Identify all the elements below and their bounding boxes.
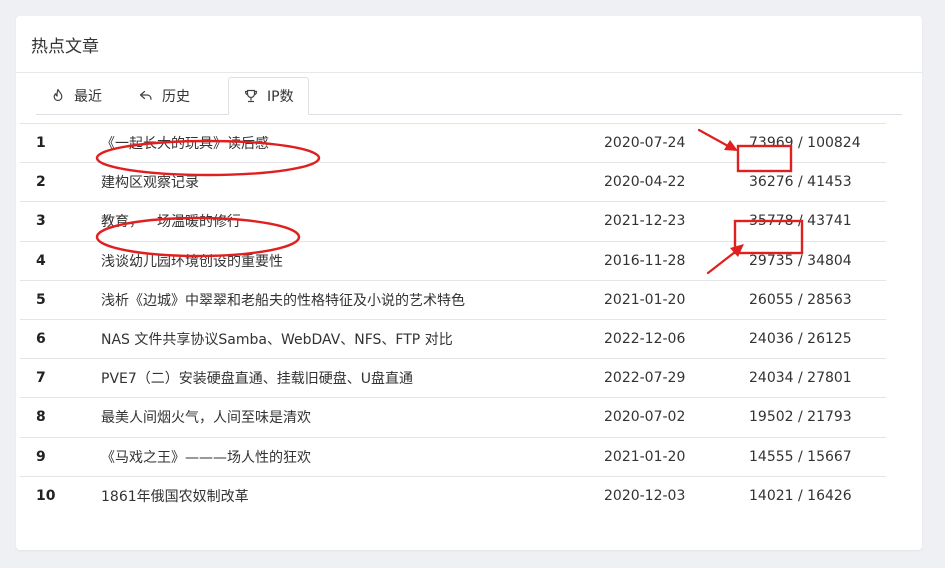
date-cell: 2021-01-20 xyxy=(604,448,686,465)
count-separator: / xyxy=(793,174,808,191)
pv-count: 21793 xyxy=(807,409,852,426)
pv-count: 41453 xyxy=(807,174,852,191)
tab-history[interactable]: 历史 xyxy=(138,77,190,114)
table-row: 6 NAS 文件共享协议Samba、WebDAV、NFS、FTP 对比 2022… xyxy=(20,319,886,358)
tab-ip-count-label: IP数 xyxy=(267,89,294,105)
tab-bar: 最近 历史 IP数 xyxy=(36,77,902,115)
rank-cell: 2 xyxy=(36,174,46,191)
article-title-link[interactable]: 建构区观察记录 xyxy=(101,175,199,191)
article-title-link[interactable]: NAS 文件共享协议Samba、WebDAV、NFS、FTP 对比 xyxy=(101,332,453,348)
ip-count: 14555 xyxy=(749,448,794,465)
count-cell: 19502 / 21793 xyxy=(749,398,886,437)
article-title-link[interactable]: 浅析《边城》中翠翠和老船夫的性格特征及小说的艺术特色 xyxy=(101,293,465,309)
count-separator: / xyxy=(793,448,808,465)
tab-ip-count[interactable]: IP数 xyxy=(228,77,309,115)
count-cell: 26055 / 28563 xyxy=(749,280,886,319)
tab-history-label: 历史 xyxy=(162,88,190,105)
date-cell: 2022-07-29 xyxy=(604,370,686,387)
table-row: 3 教育，一场温暖的修行 2021-12-23 35778 / 43741 xyxy=(20,201,886,241)
ip-count: 29735 xyxy=(749,252,794,269)
tab-recent-label: 最近 xyxy=(74,88,102,105)
table-row: 8 最美人间烟火气，人间至味是清欢 2020-07-02 19502 / 217… xyxy=(20,397,886,437)
pv-count: 100824 xyxy=(807,135,861,152)
pv-count: 16426 xyxy=(807,488,852,505)
date-cell: 2020-07-02 xyxy=(604,409,686,426)
flame-icon xyxy=(50,88,66,104)
count-separator: / xyxy=(793,291,808,308)
ip-count: 73969 xyxy=(749,135,794,152)
rank-cell: 4 xyxy=(36,252,46,269)
article-title-link[interactable]: 浅谈幼儿园环境创设的重要性 xyxy=(101,254,283,270)
ip-count: 24036 xyxy=(749,331,794,348)
pv-count: 26125 xyxy=(807,331,852,348)
count-separator: / xyxy=(793,252,808,269)
pv-count: 28563 xyxy=(807,291,852,308)
articles-table: 1 《一起长大的玩具》读后感 2020-07-24 73969 / 100824… xyxy=(20,123,886,515)
ip-count: 26055 xyxy=(749,291,794,308)
article-title-link[interactable]: 教育，一场温暖的修行 xyxy=(101,214,241,230)
article-title-link[interactable]: 1861年俄国农奴制改革 xyxy=(101,489,249,505)
pv-count: 15667 xyxy=(807,448,852,465)
date-cell: 2020-04-22 xyxy=(604,174,686,191)
table-row: 10 1861年俄国农奴制改革 2020-12-03 14021 / 16426 xyxy=(20,476,886,515)
ip-count: 35778 xyxy=(749,213,794,230)
ip-count: 14021 xyxy=(749,488,794,505)
ip-count: 19502 xyxy=(749,409,794,426)
count-cell: 35778 / 43741 xyxy=(749,202,886,241)
rank-cell: 1 xyxy=(36,135,46,152)
count-cell: 24036 / 26125 xyxy=(749,319,886,358)
table-row: 7 PVE7（二）安装硬盘直通、挂载旧硬盘、U盘直通 2022-07-29 24… xyxy=(20,358,886,398)
count-separator: / xyxy=(793,331,808,348)
table-row: 2 建构区观察记录 2020-04-22 36276 / 41453 xyxy=(20,162,886,202)
article-title-link[interactable]: 《马戏之王》———场人性的狂欢 xyxy=(101,450,311,466)
trophy-icon xyxy=(243,88,259,104)
date-cell: 2016-11-28 xyxy=(604,252,686,269)
count-separator: / xyxy=(793,213,808,230)
card-header: 热点文章 xyxy=(16,16,922,73)
tab-recent[interactable]: 最近 xyxy=(50,77,102,114)
pv-count: 27801 xyxy=(807,370,852,387)
rank-cell: 9 xyxy=(36,448,46,465)
rank-cell: 10 xyxy=(36,488,56,505)
article-title-link[interactable]: 《一起长大的玩具》读后感 xyxy=(101,136,269,152)
count-separator: / xyxy=(793,370,808,387)
date-cell: 2022-12-06 xyxy=(604,331,686,348)
count-separator: / xyxy=(793,488,808,505)
count-cell: 14555 / 15667 xyxy=(749,437,886,476)
card-title: 热点文章 xyxy=(31,36,99,57)
rank-cell: 7 xyxy=(36,370,46,387)
rank-cell: 8 xyxy=(36,409,46,426)
rank-cell: 3 xyxy=(36,213,46,230)
count-cell: 14021 / 16426 xyxy=(749,476,886,515)
pv-count: 43741 xyxy=(807,213,852,230)
date-cell: 2021-12-23 xyxy=(604,213,686,230)
table-row: 1 《一起长大的玩具》读后感 2020-07-24 73969 / 100824 xyxy=(20,123,886,163)
rank-cell: 5 xyxy=(36,291,46,308)
count-separator: / xyxy=(793,409,808,426)
article-title-link[interactable]: PVE7（二）安装硬盘直通、挂载旧硬盘、U盘直通 xyxy=(101,371,413,387)
count-cell: 36276 / 41453 xyxy=(749,163,886,202)
table-row: 4 浅谈幼儿园环境创设的重要性 2016-11-28 29735 / 34804 xyxy=(20,241,886,280)
date-cell: 2020-12-03 xyxy=(604,488,686,505)
reply-icon xyxy=(138,88,154,104)
table-row: 5 浅析《边城》中翠翠和老船夫的性格特征及小说的艺术特色 2021-01-20 … xyxy=(20,280,886,319)
count-separator: / xyxy=(793,135,808,152)
ip-count: 24034 xyxy=(749,370,794,387)
date-cell: 2021-01-20 xyxy=(604,291,686,308)
pv-count: 34804 xyxy=(807,252,852,269)
article-title-link[interactable]: 最美人间烟火气，人间至味是清欢 xyxy=(101,410,311,426)
table-row: 9 《马戏之王》———场人性的狂欢 2021-01-20 14555 / 156… xyxy=(20,437,886,476)
date-cell: 2020-07-24 xyxy=(604,135,686,152)
count-cell: 73969 / 100824 xyxy=(749,124,886,163)
count-cell: 29735 / 34804 xyxy=(749,241,886,280)
ip-count: 36276 xyxy=(749,174,794,191)
count-cell: 24034 / 27801 xyxy=(749,359,886,398)
rank-cell: 6 xyxy=(36,331,46,348)
